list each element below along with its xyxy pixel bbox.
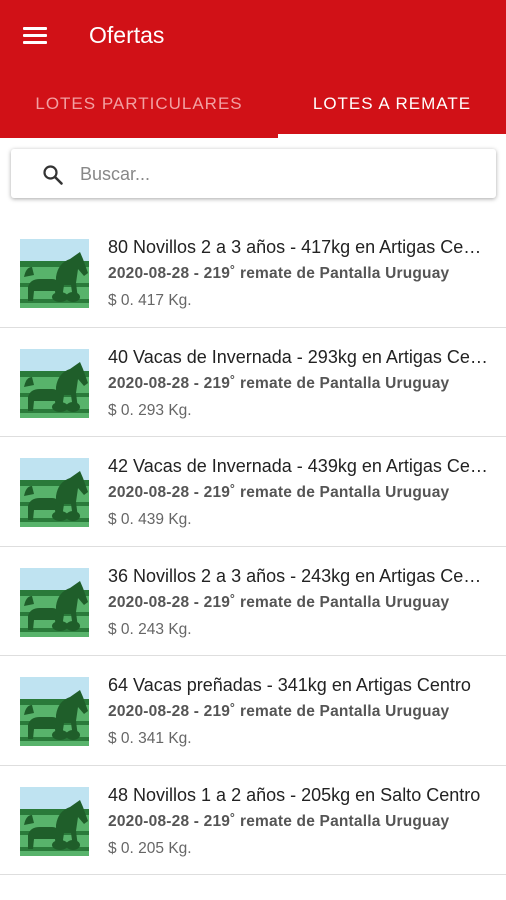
lot-title: 42 Vacas de Invernada - 439kg en Artigas…: [108, 456, 488, 476]
lot-price: $ 0. 243 Kg.: [108, 620, 192, 638]
livestock-thumbnail-icon: [20, 458, 89, 527]
tab-lotes-a-remate[interactable]: LOTES A REMATE: [278, 80, 506, 128]
search-bar: [11, 149, 496, 200]
lots-list: 80 Novillos 2 a 3 años - 417kg en Artiga…: [0, 218, 506, 875]
lot-price: $ 0. 439 Kg.: [108, 511, 192, 528]
lot-auction-info: 2020-08-28 - 219˚ remate de Pantalla Uru…: [108, 812, 450, 830]
livestock-thumbnail-icon: [20, 567, 89, 637]
hamburger-menu-icon[interactable]: [18, 20, 52, 50]
livestock-thumbnail-icon: [20, 348, 89, 418]
list-item[interactable]: 40 Vacas de Invernada - 293kg en Artigas…: [0, 328, 506, 437]
lot-title: 48 Novillos 1 a 2 años - 205kg en Salto …: [108, 784, 481, 805]
search-icon[interactable]: [41, 163, 65, 187]
livestock-thumbnail-icon: [20, 239, 89, 308]
lot-auction-info: 2020-08-28 - 219˚ remate de Pantalla Uru…: [108, 265, 450, 282]
tab-indicator: [278, 134, 506, 138]
list-item[interactable]: 80 Novillos 2 a 3 años - 417kg en Artiga…: [0, 218, 506, 328]
lot-auction-info: 2020-08-28 - 219˚ remate de Pantalla Uru…: [108, 484, 450, 501]
lot-title: 36 Novillos 2 a 3 años - 243kg en Artiga…: [108, 565, 488, 586]
list-item[interactable]: 48 Novillos 1 a 2 años - 205kg en Salto …: [0, 766, 506, 875]
lot-price: $ 0. 293 Kg.: [108, 401, 192, 419]
lot-auction-info: 2020-08-28 - 219˚ remate de Pantalla Uru…: [108, 703, 450, 720]
lot-price: $ 0. 205 Kg.: [108, 839, 192, 857]
list-item[interactable]: 64 Vacas preñadas - 341kg en Artigas Cen…: [0, 656, 506, 766]
page-title: Ofertas: [89, 22, 165, 48]
livestock-thumbnail-icon: [20, 786, 89, 856]
search-input[interactable]: [78, 149, 482, 200]
list-item[interactable]: 36 Novillos 2 a 3 años - 243kg en Artiga…: [0, 547, 506, 656]
lot-price: $ 0. 341 Kg.: [108, 730, 192, 747]
livestock-thumbnail-icon: [20, 677, 89, 746]
lot-title: 80 Novillos 2 a 3 años - 417kg en Artiga…: [108, 237, 488, 257]
lot-auction-info: 2020-08-28 - 219˚ remate de Pantalla Uru…: [108, 374, 450, 392]
lot-title: 40 Vacas de Invernada - 293kg en Artigas…: [108, 346, 488, 367]
app-bar: Ofertas LOTES PARTICULARES LOTES A REMAT…: [0, 0, 506, 138]
list-item[interactable]: 42 Vacas de Invernada - 439kg en Artigas…: [0, 437, 506, 547]
lot-auction-info: 2020-08-28 - 219˚ remate de Pantalla Uru…: [108, 593, 450, 611]
lot-price: $ 0. 417 Kg.: [108, 292, 192, 309]
tab-lotes-particulares[interactable]: LOTES PARTICULARES: [0, 80, 278, 128]
lot-title: 64 Vacas preñadas - 341kg en Artigas Cen…: [108, 675, 471, 695]
